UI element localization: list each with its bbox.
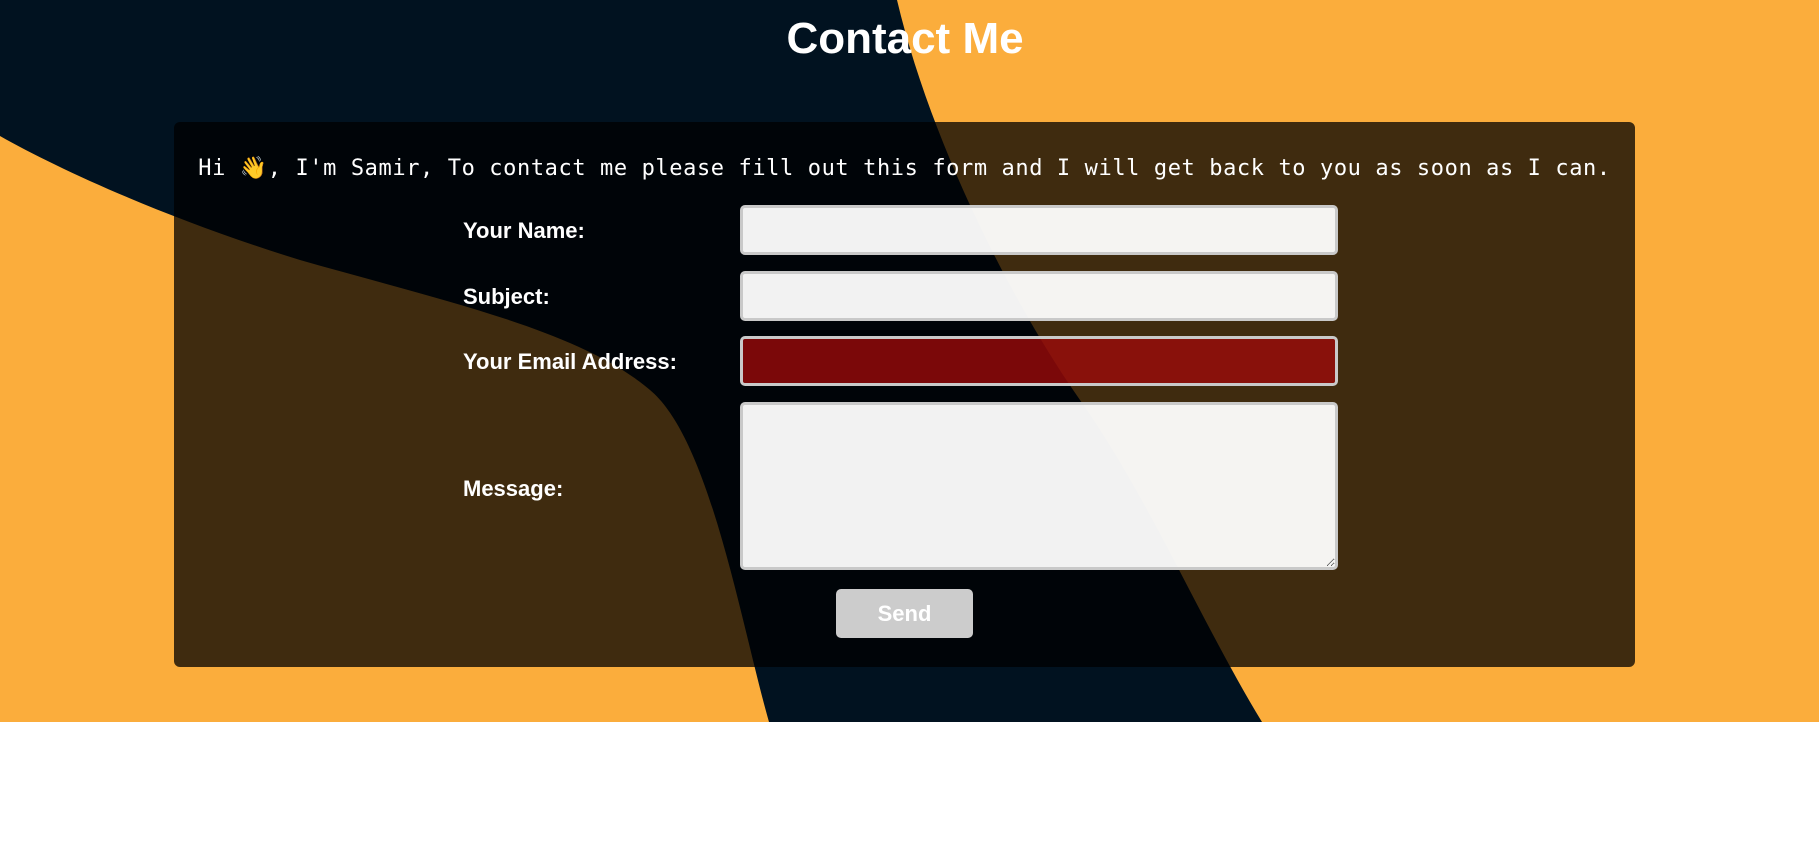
page-title: Contact Me xyxy=(786,14,1024,63)
subject-input[interactable] xyxy=(740,271,1338,321)
name-input[interactable] xyxy=(740,205,1338,255)
name-label: Your Name: xyxy=(463,218,585,243)
email-input[interactable] xyxy=(740,336,1338,386)
intro-text: Hi 👋, I'm Samir, To contact me please fi… xyxy=(198,156,1611,181)
email-label: Your Email Address: xyxy=(463,349,677,374)
send-button[interactable]: Send xyxy=(836,589,973,638)
contact-form-card: Hi 👋, I'm Samir, To contact me please fi… xyxy=(174,122,1635,667)
subject-label: Subject: xyxy=(463,284,550,309)
message-label: Message: xyxy=(463,476,564,501)
hero-section: Contact Me Hi 👋, I'm Samir, To contact m… xyxy=(0,0,1819,722)
message-textarea[interactable] xyxy=(740,402,1338,570)
